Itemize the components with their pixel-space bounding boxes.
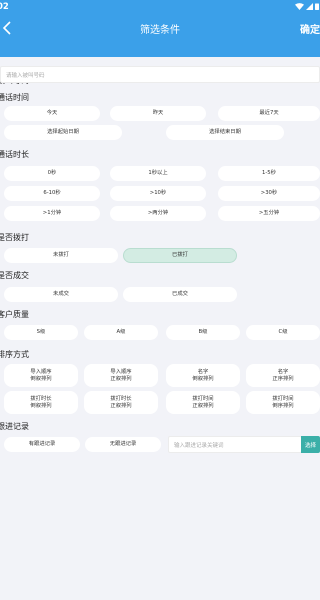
quality-option-s[interactable]: S级	[4, 325, 78, 340]
wifi-icon	[295, 3, 304, 10]
duration-option[interactable]: 6-10秒	[4, 186, 100, 201]
dialed-option-dialed[interactable]: 已拨打	[123, 248, 237, 263]
page-title: 筛选条件	[140, 25, 180, 36]
duration-option[interactable]: >30秒	[218, 186, 320, 201]
sort-option[interactable]: 拨打时长 正叙排列	[84, 391, 158, 414]
call-time-last7days[interactable]: 最近7天	[218, 106, 320, 121]
quality-option-a[interactable]: A级	[84, 325, 158, 340]
duration-option[interactable]: >10秒	[110, 186, 206, 201]
sort-option[interactable]: 拨打时间 倒序排列	[246, 391, 320, 414]
confirm-button[interactable]: 确定	[300, 21, 320, 36]
sort-option-line2: 正序排列	[272, 375, 294, 382]
call-number-input[interactable]: 请输入被叫号码	[0, 66, 320, 83]
section-title-quality: 客户质量	[0, 310, 29, 319]
duration-option[interactable]: 1秒以上	[110, 166, 206, 181]
sort-option-line2: 倒叙排列	[30, 375, 52, 382]
end-date-picker[interactable]: 选择结束日期	[166, 125, 284, 140]
followup-select-button[interactable]: 选择	[301, 436, 320, 453]
section-title-followup: 跟进记录	[0, 422, 29, 431]
status-icons	[295, 3, 319, 10]
sort-option[interactable]: 导入顺序 倒叙排列	[4, 364, 78, 387]
status-time: 02	[0, 2, 9, 12]
sort-option-line2: 倒序排列	[272, 402, 294, 409]
section-title-duration: 通话时长	[0, 150, 29, 159]
followup-keyword-placeholder: 输入跟进记录关键词	[174, 442, 224, 449]
app-header: 02 筛选条件 确定	[0, 0, 320, 57]
signal-icon	[306, 3, 313, 10]
dialed-option-not-dialed[interactable]: 未拨打	[4, 248, 118, 263]
sort-option[interactable]: 名字 倒叙排列	[166, 364, 240, 387]
call-time-today[interactable]: 今天	[4, 106, 100, 121]
duration-option[interactable]: >两分钟	[110, 206, 206, 221]
followup-option-no-record[interactable]: 无跟进记录	[85, 437, 161, 452]
deal-option-not-closed[interactable]: 未成交	[4, 287, 118, 302]
sort-option-line2: 正叙排列	[110, 375, 132, 382]
followup-option-has-record[interactable]: 有跟进记录	[4, 437, 80, 452]
duration-option[interactable]: 1-5秒	[218, 166, 320, 181]
duration-option[interactable]: >五分钟	[218, 206, 320, 221]
start-date-picker[interactable]: 选择起始日期	[4, 125, 122, 140]
duration-option[interactable]: >1分钟	[4, 206, 100, 221]
battery-icon	[315, 3, 319, 10]
deal-option-closed[interactable]: 已成交	[123, 287, 237, 302]
sort-option[interactable]: 名字 正序排列	[246, 364, 320, 387]
sort-option-line2: 正叙排列	[110, 402, 132, 409]
sort-option-line2: 倒叙排列	[30, 402, 52, 409]
call-number-placeholder: 请输入被叫号码	[6, 72, 45, 79]
sort-option[interactable]: 拨打时长 倒叙排列	[4, 391, 78, 414]
section-title-call-time: 通话时间	[0, 93, 29, 102]
followup-keyword-input[interactable]: 输入跟进记录关键词	[168, 436, 302, 453]
sort-option[interactable]: 拨打时间 正叙排列	[166, 391, 240, 414]
sort-option-line2: 倒叙排列	[192, 375, 214, 382]
sort-option[interactable]: 导入顺序 正叙排列	[84, 364, 158, 387]
quality-option-c[interactable]: C级	[246, 325, 320, 340]
duration-option[interactable]: 0秒	[4, 166, 100, 181]
section-title-deal: 是否成交	[0, 271, 29, 280]
section-title-dialed: 是否拨打	[0, 233, 29, 242]
call-time-yesterday[interactable]: 昨天	[110, 106, 206, 121]
quality-option-b[interactable]: B级	[166, 325, 240, 340]
sort-option-line2: 正叙排列	[192, 402, 214, 409]
section-title-sort: 排序方式	[0, 350, 29, 359]
